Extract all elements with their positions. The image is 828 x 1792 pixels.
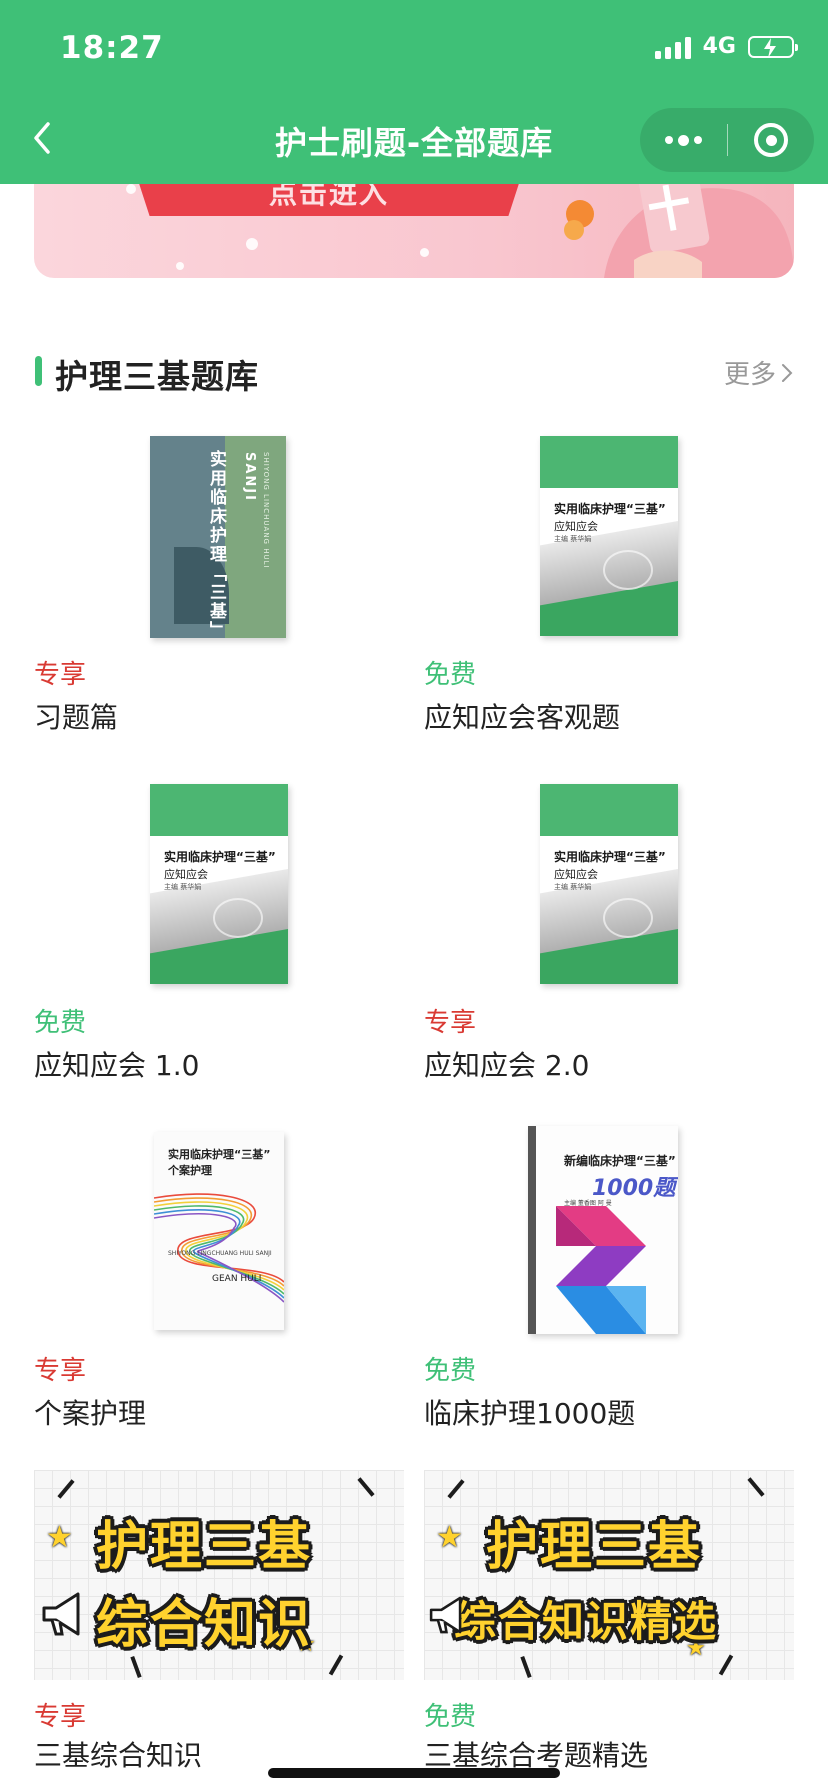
exclusive-tag: 专享 xyxy=(424,1008,477,1038)
free-tag: 免费 xyxy=(34,1008,87,1038)
book-cover-image: 实用临床护理「三基」 SANJI SHIYONG LINCHUANG HULI xyxy=(150,436,286,638)
banner-dot xyxy=(420,248,429,257)
banner-dot xyxy=(246,238,258,250)
section-title: 护理三基题库 xyxy=(55,357,259,396)
book-cover-image: 实用临床护理“三基” 应知应会 主编 蔡华娟 xyxy=(540,784,678,984)
more-dot-icon xyxy=(678,134,689,146)
network-type: 4G xyxy=(702,34,736,59)
card-title: 应知应会 2.0 xyxy=(424,1049,590,1082)
card-title: 三基综合知识 xyxy=(34,1739,203,1772)
promo-cover-image: ★ ★ 护理三基 综合知识精选 xyxy=(424,1470,794,1680)
free-tag: 免费 xyxy=(424,660,477,690)
battery-charging-icon xyxy=(748,35,798,58)
home-indicator[interactable] xyxy=(268,1768,560,1778)
megaphone-icon xyxy=(42,1592,80,1636)
more-dot-icon xyxy=(665,136,673,144)
megaphone-icon xyxy=(429,1596,462,1634)
question-bank-card[interactable]: 实用临床护理“三基” 应知应会 主编 蔡华娟 免费 应知应会 1.0 xyxy=(34,768,404,1088)
top-bar: 18:27 4G 护士刷题-全部题库 xyxy=(0,0,828,184)
card-title: 个案护理 xyxy=(34,1397,147,1430)
card-title: 应知应会 1.0 xyxy=(34,1049,200,1082)
geometric-ribbon-graphic xyxy=(556,1206,646,1334)
book-cover-image: 实用临床护理“三基” 个案护理 SHIYONG LINGCHUANG HULI … xyxy=(154,1132,284,1330)
more-label: 更多 xyxy=(723,360,776,390)
card-title: 习题篇 xyxy=(34,701,119,734)
section-more-link[interactable]: 更多 xyxy=(724,354,794,391)
free-tag: 免费 xyxy=(424,1356,477,1386)
target-circle-icon xyxy=(754,123,788,157)
question-bank-card[interactable]: ★ ★ 护理三基 综合知识 专享 三基综合知识 xyxy=(34,1470,404,1772)
status-time: 18:27 xyxy=(60,30,164,66)
section-accent-bar xyxy=(35,356,42,386)
mini-program-capsule xyxy=(640,108,814,172)
more-menu-button[interactable] xyxy=(640,108,727,172)
question-bank-card[interactable]: 实用临床护理“三基” 个案护理 SHIYONG LINGCHUANG HULI … xyxy=(34,1116,404,1436)
star-icon: ★ xyxy=(46,1520,73,1555)
question-bank-card[interactable]: 实用临床护理「三基」 SANJI SHIYONG LINCHUANG HULI … xyxy=(34,420,404,740)
question-bank-card[interactable]: ★ ★ 护理三基 综合知识精选 免费 三基综合考题精选 xyxy=(424,1470,794,1772)
banner-dot xyxy=(126,184,136,194)
close-mini-program-button[interactable] xyxy=(728,108,814,172)
page: 点击进入 18:27 4G 护士刷题-全部题库 护理三基题库 更多 实用临床护理… xyxy=(0,0,828,1792)
exclusive-tag: 专享 xyxy=(34,1702,87,1732)
exclusive-tag: 专享 xyxy=(34,660,87,690)
more-dot-icon xyxy=(694,136,702,144)
rainbow-lines-graphic xyxy=(154,1193,284,1303)
exclusive-tag: 专享 xyxy=(34,1356,87,1386)
book-cover-image: 实用临床护理“三基” 应知应会 主编 蔡华娟 xyxy=(540,436,678,636)
star-icon: ★ xyxy=(436,1520,463,1555)
card-title: 应知应会客观题 xyxy=(424,701,621,734)
free-tag: 免费 xyxy=(424,1702,477,1732)
card-title: 临床护理1000题 xyxy=(424,1397,636,1430)
banner-dot xyxy=(176,262,184,270)
question-bank-card[interactable]: 实用临床护理“三基” 应知应会 主编 蔡华娟 专享 应知应会 2.0 xyxy=(424,768,794,1088)
book-cover-image: 新编临床护理“三基” 1000题 主编 董香图 阿 曼 xyxy=(528,1126,678,1334)
promo-cover-image: ★ ★ 护理三基 综合知识 xyxy=(34,1470,404,1680)
question-bank-card[interactable]: 新编临床护理“三基” 1000题 主编 董香图 阿 曼 免费 临床护理1000题 xyxy=(424,1116,794,1436)
question-bank-card[interactable]: 实用临床护理“三基” 应知应会 主编 蔡华娟 免费 应知应会客观题 xyxy=(424,420,794,740)
status-indicators: 4G xyxy=(654,34,798,59)
cellular-signal-icon xyxy=(654,35,691,59)
chevron-right-icon xyxy=(782,363,793,382)
book-cover-image: 实用临床护理“三基” 应知应会 主编 蔡华娟 xyxy=(150,784,288,984)
